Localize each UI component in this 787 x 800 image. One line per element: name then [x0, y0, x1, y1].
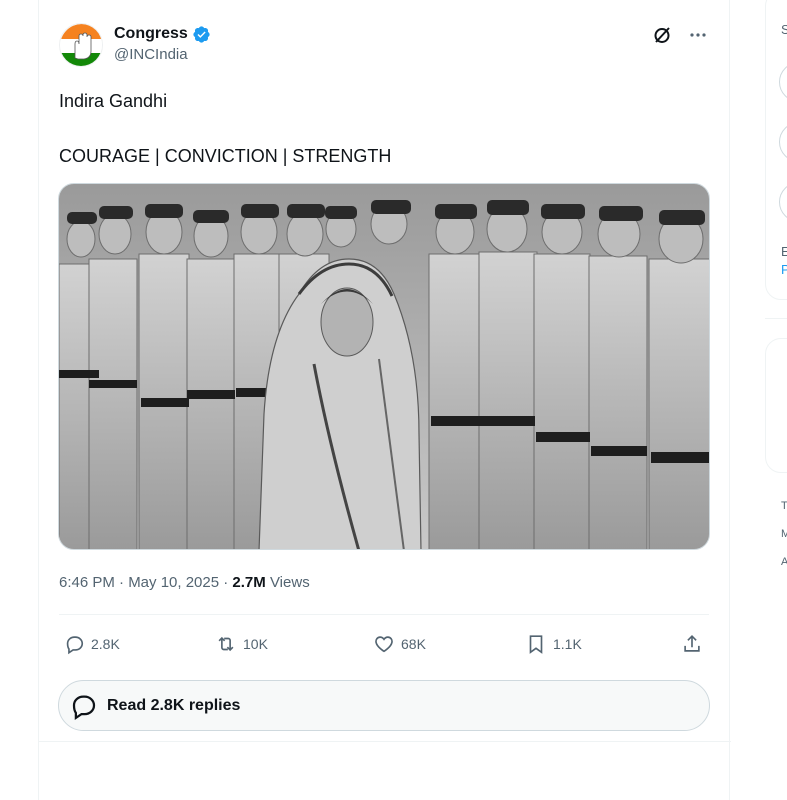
- divider: [59, 614, 709, 615]
- verified-badge-icon: [193, 25, 210, 43]
- share-icon: [684, 635, 700, 652]
- tweet-text-line1: Indira Gandhi: [59, 91, 168, 111]
- like-count: 68K: [401, 636, 426, 652]
- views-label: Views: [265, 574, 310, 591]
- sidebar-divider: [765, 318, 787, 319]
- reply-count: 2.8K: [91, 636, 120, 652]
- read-replies-button[interactable]: Read 2.8K replies: [58, 680, 710, 731]
- reply-button[interactable]: 2.8K: [63, 628, 120, 660]
- reply-icon: [66, 636, 84, 655]
- right-sidebar: S E P T M A: [765, 0, 787, 800]
- author-block: Congress @INCIndia: [114, 24, 211, 63]
- sidebar-footer-link[interactable]: M: [781, 528, 787, 540]
- timestamp-text[interactable]: 6:46 PM · May 10, 2025 ·: [59, 574, 232, 591]
- heart-icon: [375, 636, 393, 653]
- reply-icon: [72, 695, 96, 720]
- like-button[interactable]: 68K: [373, 628, 426, 660]
- handle[interactable]: @INCIndia: [114, 46, 211, 63]
- tweet-timestamp[interactable]: 6:46 PM · May 10, 2025 · 2.7M Views: [59, 574, 310, 591]
- bookmark-count: 1.1K: [553, 636, 582, 652]
- sidebar-footer-link[interactable]: T: [781, 500, 787, 512]
- repost-icon: [218, 636, 234, 652]
- more-options-icon[interactable]: [687, 24, 709, 46]
- sidebar-text: E: [781, 244, 787, 259]
- black-and-white-photo-icon: [59, 184, 709, 549]
- tweet-actions: 2.8K 10K 68K 1.1K: [59, 628, 709, 660]
- display-name[interactable]: Congress: [114, 25, 188, 43]
- congress-logo-icon: [60, 24, 102, 66]
- bookmark-icon: [529, 635, 543, 654]
- repost-count: 10K: [243, 636, 268, 652]
- read-replies-label: Read 2.8K replies: [107, 696, 241, 714]
- section-divider: [39, 741, 731, 742]
- bookmark-button[interactable]: 1.1K: [525, 628, 582, 660]
- sidebar-link[interactable]: P: [781, 262, 787, 277]
- tweet-text: Indira Gandhi COURAGE | CONVICTION | STR…: [59, 90, 709, 167]
- main-column: Congress @INCIndia Indira Gandhi COURAGE…: [38, 0, 731, 800]
- avatar[interactable]: [59, 23, 103, 67]
- repost-button[interactable]: 10K: [215, 628, 268, 660]
- display-name-row: Congress: [114, 24, 211, 44]
- sidebar-text: S: [781, 22, 787, 37]
- views-count: 2.7M: [232, 574, 266, 591]
- header-actions: [651, 24, 709, 46]
- share-button[interactable]: [681, 628, 703, 660]
- tweet-header: Congress @INCIndia: [59, 20, 709, 72]
- sidebar-card: [765, 338, 787, 473]
- grok-icon[interactable]: [651, 24, 673, 46]
- tweet-text-line2: COURAGE | CONVICTION | STRENGTH: [59, 146, 392, 166]
- tweet-photo[interactable]: [58, 183, 710, 550]
- sidebar-footer-link[interactable]: A: [781, 556, 787, 568]
